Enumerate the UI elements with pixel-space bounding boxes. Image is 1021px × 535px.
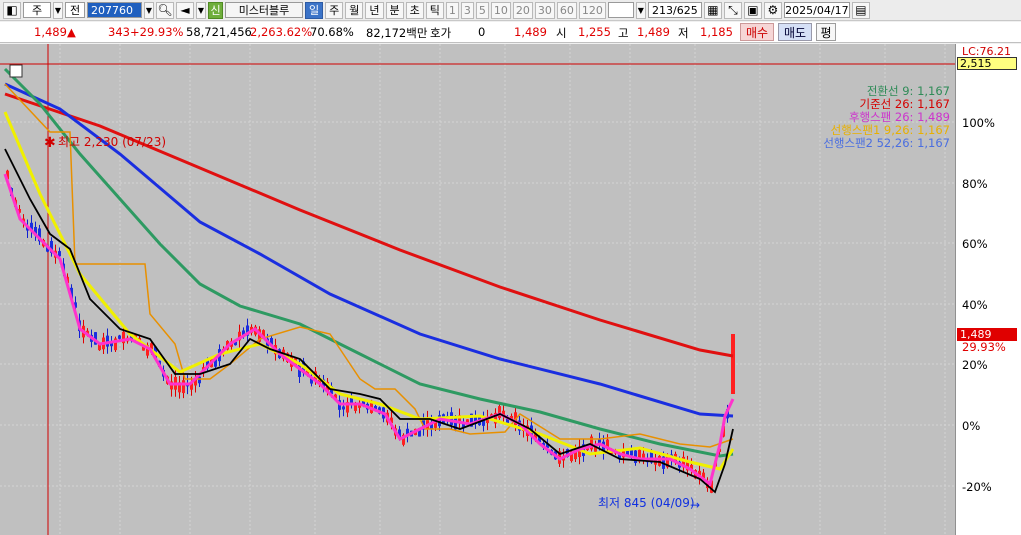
candle [182, 380, 185, 394]
candle [498, 406, 501, 419]
low-label: 저 [678, 26, 689, 40]
axis-tick: 60% [962, 237, 988, 251]
open-label: 시 [556, 26, 567, 40]
black-line [4, 148, 734, 494]
gear-icon[interactable]: ⚙ [763, 1, 782, 19]
trade-value: 82,172백만 [366, 26, 428, 40]
page-counter-value: 213/625 [652, 3, 698, 17]
interval-20[interactable]: 20 [512, 1, 533, 19]
speaker-icon[interactable]: ◄ [176, 1, 194, 19]
candle [118, 335, 121, 339]
tab-period-year[interactable]: 년 [365, 1, 384, 19]
green-ma-line [3, 67, 734, 458]
period-select[interactable]: 주 [23, 2, 51, 18]
high-value: 1,489 [637, 25, 670, 39]
save-icon[interactable]: ▣ [743, 1, 762, 19]
chevron-down-icon[interactable]: ▼ [635, 1, 646, 19]
yellow-ma-line [3, 111, 735, 471]
quote-bar: 1,489 ▲ 343 +29.93% 58,721,456 2,263.62%… [0, 22, 1021, 43]
tab-period-second[interactable]: 초 [405, 1, 424, 19]
interval-60[interactable]: 60 [556, 1, 577, 19]
current-price: 1,489 [34, 25, 67, 39]
stock-name: 미스터블루 [225, 2, 303, 18]
tab-period-tick[interactable]: 틱 [425, 1, 444, 19]
chart-tools-icon[interactable]: ⤡ [723, 1, 742, 19]
price-change: 343 [108, 25, 130, 39]
legend-item-5: 선행스팬2 52,26: 1,167 [823, 135, 950, 151]
axis-tick: 80% [962, 177, 988, 191]
candle [658, 455, 661, 466]
sell-button[interactable]: 매도 [778, 23, 812, 41]
chevron-down-icon[interactable]: ▼ [144, 1, 154, 19]
interval-1[interactable]: 1 [445, 1, 459, 19]
low-marker-icon: → [690, 498, 700, 512]
chart-grid [0, 44, 955, 535]
tab-period-minute[interactable]: 분 [385, 1, 404, 19]
candle [642, 453, 645, 458]
interval-30[interactable]: 30 [534, 1, 555, 19]
axis-tick: 100% [962, 116, 995, 130]
period-select-label: 주 [31, 4, 43, 17]
high-annotation: 최고 2,230 (07/23) [58, 135, 166, 149]
buy-button[interactable]: 매수 [740, 23, 774, 41]
up-arrow-icon: ▲ [67, 25, 76, 39]
open-value: 1,255 [578, 25, 611, 39]
date-value: 2025/04/17 [785, 3, 849, 17]
price-secondary: 1,489 [514, 25, 547, 39]
volume: 58,721,456 [186, 25, 252, 39]
full-select[interactable]: 전 [65, 2, 85, 18]
tab-period-day[interactable]: 일 [305, 1, 324, 19]
interval-10[interactable]: 10 [490, 1, 511, 19]
stock-code-value: 207760 [91, 3, 133, 17]
candle [342, 406, 345, 410]
stock-code-input[interactable]: 207760 [87, 2, 142, 18]
chevron-down-icon[interactable]: ▼ [53, 1, 63, 19]
legend-text: 선행스팬2 52,26: 1,167 [823, 136, 950, 150]
hoga-label: 호가 [430, 26, 452, 40]
calendar-icon[interactable]: ▤ [851, 1, 870, 19]
interval-120[interactable]: 120 [578, 1, 606, 19]
magenta-line [3, 173, 735, 487]
chart-settings-icon[interactable] [9, 64, 23, 78]
axis-tick: -20% [962, 480, 992, 494]
high-label: 고 [618, 26, 629, 40]
tab-period-month[interactable]: 월 [345, 1, 364, 19]
interval-5[interactable]: 5 [475, 1, 489, 19]
toolbar: ◧ 주 ▼ 전 207760 ▼ 🔍︎ ◄ ▼ 신 미스터블루 일 주 월 년 … [0, 0, 1021, 21]
page-counter: 213/625 [647, 2, 702, 18]
hoga-value: 0 [478, 25, 486, 39]
interval-3[interactable]: 3 [460, 1, 474, 19]
turnover: 70.68% [310, 25, 354, 39]
stock-badge: 신 [208, 1, 223, 19]
candle-latest [731, 334, 735, 394]
interval-custom-input[interactable] [607, 2, 634, 18]
low-annotation: 최저 845 (04/09) [598, 496, 695, 510]
axis-top-value: 2,515 [957, 57, 1017, 70]
price-change-pct: +29.93% [130, 25, 184, 39]
volume-ratio: 2,263.62% [250, 25, 313, 39]
full-select-label: 전 [69, 4, 81, 17]
current-pct-label: 29.93% [962, 340, 1006, 354]
blue-ma-line [4, 82, 734, 418]
tab-period-week[interactable]: 주 [325, 1, 344, 19]
candles [6, 169, 735, 494]
high-marker-icon: ✱ [44, 135, 56, 151]
window-icon[interactable]: ◧ [3, 1, 21, 19]
axis-tick: 40% [962, 298, 988, 312]
avg-button[interactable]: 평 [816, 23, 836, 41]
axis-tick: 0% [962, 419, 981, 433]
chevron-down-icon[interactable]: ▼ [196, 1, 206, 19]
candle [466, 419, 469, 423]
low-value: 1,185 [700, 25, 733, 39]
grid-icon[interactable]: ▦ [703, 1, 722, 19]
stock-name-label: 미스터블루 [238, 4, 290, 17]
axis-tick: 20% [962, 358, 988, 372]
date-input[interactable]: 2025/04/17 [783, 2, 850, 18]
search-icon[interactable]: 🔍︎ [156, 1, 174, 19]
